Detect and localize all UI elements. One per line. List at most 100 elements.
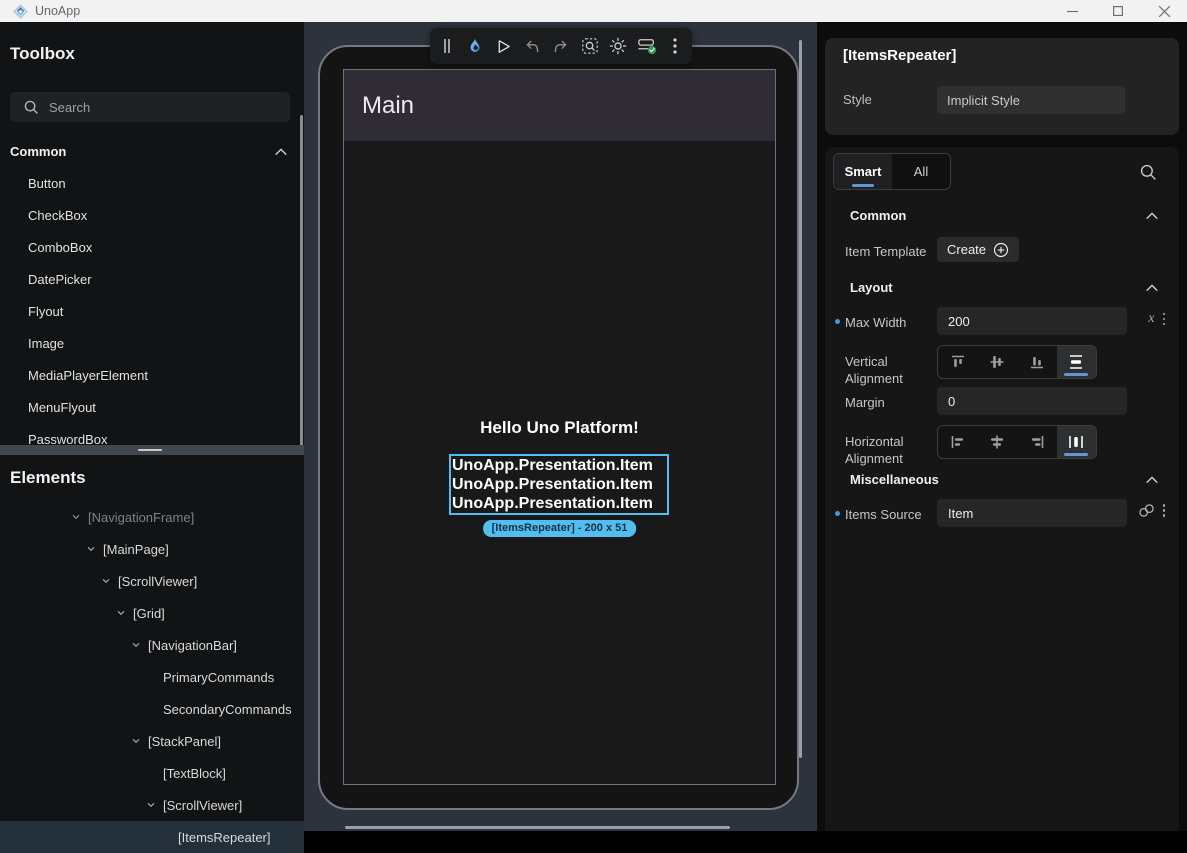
tab-all[interactable]: All — [892, 154, 950, 189]
modified-indicator-dot — [835, 319, 840, 324]
margin-input[interactable] — [937, 387, 1127, 415]
tree-item-grid[interactable]: [Grid] — [0, 597, 304, 629]
chevron-up-icon[interactable] — [1145, 283, 1159, 293]
halign-right-icon — [1028, 433, 1046, 451]
chevron-down-icon[interactable] — [70, 511, 88, 523]
app-window: UnoApp Toolbox Common Button CheckBox — [0, 0, 1187, 831]
chevron-up-icon[interactable] — [1145, 475, 1159, 485]
itemsrepeater-selection[interactable]: UnoApp.Presentation.Item UnoApp.Presenta… — [449, 454, 669, 515]
repeater-item[interactable]: UnoApp.Presentation.Item — [451, 494, 667, 513]
tree-item-stackpanel[interactable]: [StackPanel] — [0, 725, 304, 757]
halign-stretch-button[interactable] — [1057, 426, 1097, 458]
chevron-up-icon[interactable] — [1145, 211, 1159, 221]
tree-item-secondarycommands[interactable]: SecondaryCommands — [0, 693, 304, 725]
selected-indicator — [1064, 373, 1088, 377]
app-nav-bar[interactable]: Main — [344, 70, 775, 141]
more-options-icon[interactable] — [1163, 313, 1166, 326]
toolbox-scrollbar[interactable] — [300, 115, 303, 447]
selected-element-card: [ItemsRepeater] Style — [825, 38, 1179, 135]
tree-item-textblock[interactable]: [TextBlock] — [0, 757, 304, 789]
toolbox-item-button[interactable]: Button — [0, 168, 304, 200]
modified-indicator-dot — [835, 511, 840, 516]
toolbox-section-common[interactable]: Common — [10, 144, 288, 159]
hello-text[interactable]: Hello Uno Platform! — [344, 418, 775, 438]
toolbox-title: Toolbox — [10, 44, 75, 64]
properties-card: Smart All Common Item Template Create — [825, 147, 1179, 831]
halign-left-button[interactable] — [938, 426, 978, 458]
maximize-button[interactable] — [1095, 0, 1141, 22]
toolbox-item-menuflyout[interactable]: MenuFlyout — [0, 392, 304, 424]
create-template-button[interactable]: Create — [937, 237, 1019, 262]
app-logo-icon — [13, 4, 28, 19]
minimize-button[interactable] — [1049, 0, 1095, 22]
window-title: UnoApp — [35, 4, 80, 18]
canvas-vertical-scrollbar[interactable] — [799, 40, 802, 758]
tree-item-itemsrepeater[interactable]: [ItemsRepeater] — [0, 821, 304, 853]
toolbox-search-input[interactable] — [49, 100, 249, 115]
valign-top-icon — [949, 353, 967, 371]
tree-item-primarycommands[interactable]: PrimaryCommands — [0, 661, 304, 693]
halign-right-button[interactable] — [1017, 426, 1057, 458]
section-layout[interactable]: Layout — [850, 280, 1159, 295]
selected-indicator — [1064, 453, 1088, 457]
toolbox-item-datepicker[interactable]: DatePicker — [0, 264, 304, 296]
device-screen[interactable]: Main Hello Uno Platform! UnoApp.Presenta… — [343, 69, 776, 785]
titlebar: UnoApp — [0, 0, 1187, 22]
expression-icon[interactable]: x — [1148, 311, 1154, 327]
tab-indicator — [852, 184, 874, 188]
undo-button[interactable] — [520, 34, 544, 58]
chevron-down-icon[interactable] — [100, 575, 118, 587]
chevron-down-icon[interactable] — [145, 799, 163, 811]
valign-bottom-button[interactable] — [1017, 346, 1057, 378]
properties-tabs: Smart All — [833, 153, 951, 190]
elements-tree: [NavigationFrame] [MainPage] [ScrollView… — [0, 501, 304, 853]
section-common[interactable]: Common — [850, 208, 1159, 223]
design-canvas[interactable]: Main Hello Uno Platform! UnoApp.Presenta… — [304, 22, 817, 831]
redo-button[interactable] — [549, 34, 573, 58]
repeater-item[interactable]: UnoApp.Presentation.Item — [451, 456, 667, 475]
valign-top-button[interactable] — [938, 346, 978, 378]
halign-left-icon — [949, 433, 967, 451]
valign-stretch-button[interactable] — [1057, 346, 1097, 378]
toolbox-item-flyout[interactable]: Flyout — [0, 296, 304, 328]
toolbox-search[interactable] — [10, 92, 290, 122]
panel-splitter[interactable] — [0, 445, 304, 455]
play-button[interactable] — [492, 34, 516, 58]
chevron-down-icon[interactable] — [85, 543, 103, 555]
canvas-horizontal-scrollbar[interactable] — [345, 826, 730, 829]
style-input[interactable] — [937, 86, 1125, 114]
tab-smart[interactable]: Smart — [834, 154, 892, 189]
section-miscellaneous[interactable]: Miscellaneous — [850, 472, 1159, 487]
style-label: Style — [843, 92, 872, 107]
tree-item-navigationframe[interactable]: [NavigationFrame] — [0, 501, 304, 533]
toolbox-item-combobox[interactable]: ComboBox — [0, 232, 304, 264]
halign-center-button[interactable] — [978, 426, 1018, 458]
items-source-input[interactable] — [937, 499, 1127, 527]
drag-handle-icon[interactable] — [435, 34, 459, 58]
theme-toggle-icon[interactable] — [606, 34, 630, 58]
chevron-down-icon[interactable] — [130, 735, 148, 747]
valign-center-button[interactable] — [978, 346, 1018, 378]
tree-item-scrollviewer-inner[interactable]: [ScrollViewer] — [0, 789, 304, 821]
chevron-down-icon[interactable] — [130, 639, 148, 651]
tree-item-navigationbar[interactable]: [NavigationBar] — [0, 629, 304, 661]
close-button[interactable] — [1141, 0, 1187, 22]
toolbox-item-checkbox[interactable]: CheckBox — [0, 200, 304, 232]
search-icon[interactable] — [1140, 164, 1157, 181]
chevron-up-icon[interactable] — [274, 147, 288, 157]
more-menu-icon[interactable] — [663, 34, 687, 58]
chevron-down-icon[interactable] — [115, 607, 133, 619]
toolbox-item-mediaplayerelement[interactable]: MediaPlayerElement — [0, 360, 304, 392]
toolbox-item-list: Button CheckBox ComboBox DatePicker Flyo… — [0, 168, 304, 456]
inspect-element-icon[interactable] — [578, 34, 602, 58]
left-panel: Toolbox Common Button CheckBox ComboBox … — [0, 22, 304, 831]
repeater-item[interactable]: UnoApp.Presentation.Item — [451, 475, 667, 494]
tree-item-mainpage[interactable]: [MainPage] — [0, 533, 304, 565]
more-options-icon[interactable] — [1163, 504, 1166, 517]
hot-reload-flame-icon[interactable] — [463, 34, 487, 58]
toolbox-item-image[interactable]: Image — [0, 328, 304, 360]
device-status-connected-icon[interactable] — [635, 34, 659, 58]
max-width-input[interactable] — [937, 307, 1127, 335]
tree-item-scrollviewer[interactable]: [ScrollViewer] — [0, 565, 304, 597]
binding-link-icon[interactable] — [1138, 503, 1155, 518]
